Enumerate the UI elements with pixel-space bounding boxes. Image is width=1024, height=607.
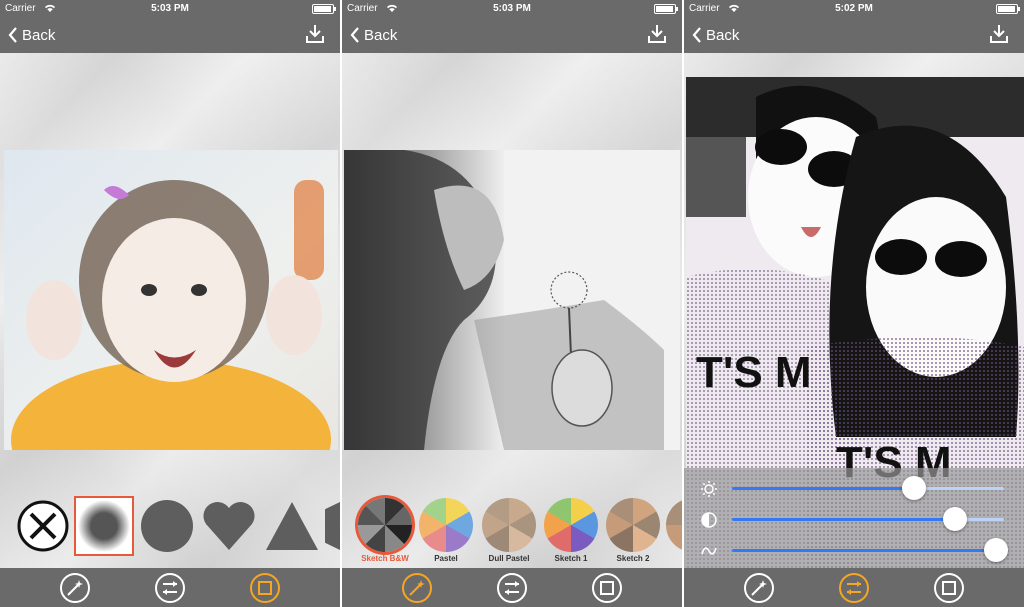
download-icon[interactable]: [304, 23, 326, 45]
back-button[interactable]: Back: [350, 25, 397, 45]
contrast-track[interactable]: [732, 507, 1004, 531]
shape-mask-strip: [14, 496, 340, 557]
brightness-icon: [701, 481, 717, 497]
filter-item[interactable]: Sketch B&W: [356, 498, 414, 566]
tab-frame[interactable]: [592, 573, 622, 603]
frame-icon: [942, 581, 956, 595]
nav-bar: Back: [0, 17, 340, 53]
filter-item[interactable]: Sketch 2: [604, 498, 662, 566]
magic-wand-icon: [751, 580, 767, 596]
contrast-icon: [701, 512, 717, 528]
svg-text:T'S M: T'S M: [696, 348, 812, 397]
photo-image: [4, 150, 338, 450]
hexagon-icon: [325, 502, 340, 550]
shape-circle[interactable]: [138, 497, 196, 555]
shape-triangle[interactable]: [263, 497, 321, 555]
contrast-knob[interactable]: [943, 507, 968, 531]
filter-label: Dull Pastel: [488, 554, 530, 563]
filter-label: Pastel: [434, 554, 458, 563]
status-bar: Carrier 5:02 PM: [684, 0, 1024, 17]
status-bar: Carrier 5:03 PM: [342, 0, 682, 17]
brightness-track[interactable]: [732, 476, 1004, 500]
shape-mask-screen: Carrier 5:03 PM Back: [0, 0, 340, 607]
filter-item[interactable]: Pastel: [417, 498, 475, 566]
tab-adjust[interactable]: [497, 573, 527, 603]
circle-icon: [141, 500, 193, 552]
back-label: Back: [364, 26, 398, 44]
download-icon[interactable]: [646, 23, 668, 45]
battery-icon: [312, 4, 336, 14]
filter-thumb-icon: [358, 498, 412, 552]
shape-blur-circle[interactable]: [74, 496, 134, 556]
filter-thumb-icon: [419, 498, 473, 552]
filter-thumb-icon: [544, 498, 598, 552]
clock: 5:02 PM: [835, 3, 873, 14]
no-mask-icon: [17, 500, 69, 552]
tab-effects[interactable]: [744, 573, 774, 603]
adjust-screen: Carrier 5:02 PM Back T'S M T'S M: [684, 0, 1024, 607]
shape-heart[interactable]: [200, 497, 258, 555]
chevron-left-icon: [350, 27, 359, 43]
adjustment-panel: [684, 468, 1024, 568]
battery-icon: [654, 4, 678, 14]
bottom-toolbar: [0, 568, 340, 607]
slider-contrast: [684, 505, 1024, 533]
photo-preview: [344, 150, 680, 450]
battery-icon: [996, 4, 1020, 14]
wave-track[interactable]: [732, 538, 1008, 562]
sliders-icon: [847, 581, 861, 595]
frame-icon: [600, 581, 614, 595]
frame-icon: [258, 581, 272, 595]
bottom-toolbar: [342, 568, 682, 607]
tab-frame[interactable]: [250, 573, 280, 603]
heart-icon: [203, 501, 255, 550]
tab-frame[interactable]: [934, 573, 964, 603]
clock: 5:03 PM: [493, 3, 531, 14]
back-button[interactable]: Back: [692, 25, 739, 45]
photo-preview: [4, 150, 338, 450]
chevron-left-icon: [8, 27, 17, 43]
filter-item[interactable]: Dull Pastel: [480, 498, 538, 566]
filter-strip: Sketch B&W Pastel Dull Pastel Sketch 1 S…: [352, 498, 682, 566]
filter-label: Sketch 1: [554, 554, 588, 563]
back-label: Back: [22, 26, 56, 44]
bottom-toolbar: [684, 568, 1024, 607]
shape-none[interactable]: [14, 497, 72, 555]
filter-label: Sketch B&W: [361, 554, 409, 563]
download-icon[interactable]: [988, 23, 1010, 45]
filter-screen: Carrier 5:03 PM Back Sketch B&W Pastel D…: [342, 0, 682, 607]
nav-bar: Back: [342, 17, 682, 53]
tab-adjust[interactable]: [155, 573, 185, 603]
sliders-icon: [505, 581, 519, 595]
filter-thumb-icon: [606, 498, 660, 552]
wave-knob[interactable]: [983, 538, 1008, 562]
blur-circle-icon: [78, 500, 130, 552]
nav-bar: Back: [684, 17, 1024, 53]
clock: 5:03 PM: [151, 3, 189, 14]
filter-thumb-icon: [482, 498, 536, 552]
brightness-knob[interactable]: [902, 476, 927, 500]
tab-effects[interactable]: [60, 573, 90, 603]
wave-icon: [701, 547, 717, 555]
filter-thumb-icon: [666, 498, 682, 552]
sliders-icon: [163, 581, 177, 595]
back-label: Back: [706, 26, 740, 44]
photo-image: [344, 150, 680, 450]
chevron-left-icon: [692, 27, 701, 43]
triangle-icon: [266, 502, 318, 550]
shape-more[interactable]: [325, 497, 340, 555]
filter-label: Sketch 2: [616, 554, 650, 563]
tab-effects[interactable]: [402, 573, 432, 603]
filter-item-more[interactable]: [666, 498, 682, 566]
app-screenshots: Carrier 5:03 PM Back Carrier 5:03 PM Bac…: [0, 0, 1024, 607]
status-bar: Carrier 5:03 PM: [0, 0, 340, 17]
tab-adjust[interactable]: [839, 573, 869, 603]
magic-wand-icon: [67, 580, 83, 596]
filter-item[interactable]: Sketch 1: [542, 498, 600, 566]
magic-wand-icon: [409, 580, 425, 596]
slider-wave: [684, 536, 1024, 564]
back-button[interactable]: Back: [8, 25, 55, 45]
slider-brightness: [684, 474, 1024, 502]
